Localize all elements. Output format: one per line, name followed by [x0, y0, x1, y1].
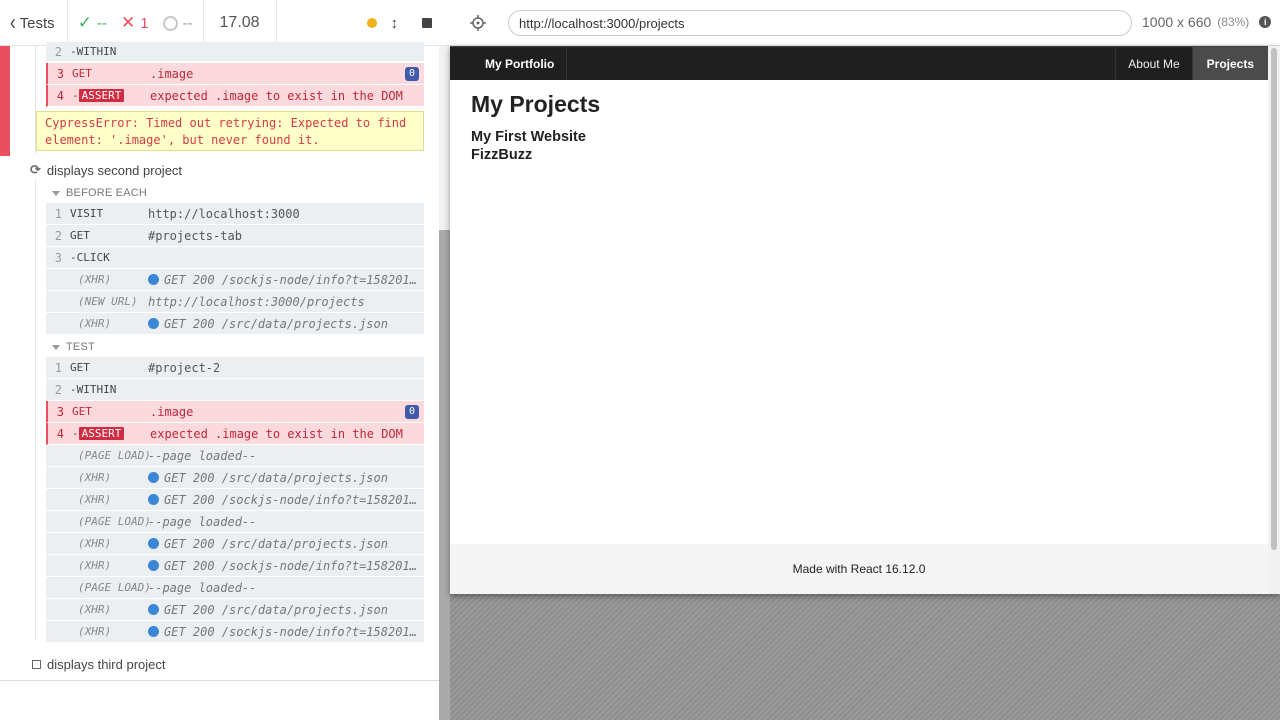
command-row[interactable]: (NEW URL) http://localhost:3000/projects [46, 291, 424, 313]
command-row[interactable]: (PAGE LOAD) --page loaded-- [46, 577, 424, 599]
failed-test-indicator [0, 46, 10, 156]
app-navbar: My Portfolio About Me Projects [450, 46, 1268, 80]
xhr-status-dot [148, 625, 159, 637]
nav-about-me[interactable]: About Me [1115, 47, 1191, 80]
nav-projects[interactable]: Projects [1191, 47, 1268, 80]
app-footer: Made with React 16.12.0 [450, 544, 1268, 594]
project-item[interactable]: My First Website [471, 129, 586, 145]
reporter-header: ‹ Tests ✓ -- ✕ 1 -- 17.08 ↕ [0, 0, 450, 46]
command-row[interactable]: (PAGE LOAD) --page loaded-- [46, 445, 424, 467]
x-icon: ✕ [120, 13, 136, 32]
pending-stat: -- [162, 14, 193, 32]
page-title: My Projects [471, 91, 601, 117]
command-row[interactable]: (XHR) GET 200 /sockjs-node/info?t=1582011… [46, 489, 424, 511]
aut-iframe[interactable]: My Portfolio About Me Projects My Projec… [450, 46, 1280, 594]
xhr-status-dot [148, 603, 159, 615]
running-status-dot [366, 18, 377, 28]
viewport-size: 1000 x 660 [1142, 14, 1212, 30]
chevron-left-icon: ‹ [10, 10, 16, 35]
stats-bar: ✓ -- ✕ 1 -- [68, 0, 204, 46]
back-to-tests-button[interactable]: ‹ Tests [0, 0, 68, 46]
reporter-scrollbar[interactable] [439, 46, 450, 720]
command-row[interactable]: (XHR) GET 200 /src/data/projects.json [46, 467, 424, 489]
pending-count: -- [182, 14, 193, 32]
hook-test[interactable]: TEST [52, 341, 95, 353]
error-message[interactable]: CypressError: Timed out retrying: Expect… [36, 111, 424, 151]
command-row[interactable]: (PAGE LOAD) --page loaded-- [46, 511, 424, 533]
info-icon[interactable]: i [1259, 16, 1272, 28]
assert-badge: ASSERT [78, 89, 125, 102]
checkbox-icon [32, 660, 41, 669]
hook-before-each[interactable]: BEFORE EACH [52, 187, 147, 199]
viewport-info: 1000 x 660 (83%) i [1142, 14, 1272, 30]
passed-count: -- [96, 14, 107, 32]
command-row[interactable]: 1 VISIT http://localhost:3000 [46, 203, 424, 225]
command-row-failed[interactable]: 3 GET .image 0 [46, 401, 424, 423]
failed-stat: ✕ 1 [121, 13, 149, 33]
element-count-badge: 0 [404, 405, 419, 419]
check-icon: ✓ [77, 13, 92, 32]
viewport-scale: (83%) [1217, 15, 1250, 29]
command-row[interactable]: 2 GET #projects-tab [46, 225, 424, 247]
xhr-status-dot [148, 317, 159, 329]
assert-badge: ASSERT [78, 427, 125, 440]
running-refresh-icon: ⟳ [30, 162, 41, 177]
brand-link[interactable]: My Portfolio [450, 47, 568, 80]
aut-scrollbar[interactable] [1268, 46, 1280, 594]
auto-scroll-toggle-icon[interactable]: ↕ [391, 15, 399, 32]
command-row-failed[interactable]: 4 - ASSERT expected .image to exist in th… [46, 85, 424, 107]
command-row-failed[interactable]: 3 GET .image 0 [46, 63, 424, 85]
command-row[interactable]: (XHR) GET 200 /sockjs-node/info?t=1582011… [46, 555, 424, 577]
divider [0, 680, 440, 681]
selector-playground-icon[interactable] [470, 14, 486, 31]
command-row[interactable]: (XHR) GET 200 /sockjs-node/info?t=1582011… [46, 621, 424, 643]
command-row[interactable]: 2 -WITHIN [46, 42, 424, 62]
xhr-status-dot [148, 559, 159, 571]
command-row[interactable]: (XHR) GET 200 /sockjs-node/info?t=1582011… [46, 269, 424, 291]
pending-circle-icon [162, 15, 178, 31]
command-row[interactable]: 1 GET #project-2 [46, 357, 424, 379]
run-controls: ↕ [277, 0, 450, 46]
xhr-status-dot [148, 273, 159, 285]
project-item[interactable]: FizzBuzz [471, 147, 532, 163]
failed-count: 1 [140, 14, 149, 32]
command-row[interactable]: 3 -CLICK [46, 247, 424, 269]
run-duration: 17.08 [204, 0, 277, 46]
stop-button[interactable] [422, 18, 432, 28]
xhr-status-dot [148, 537, 159, 549]
aut-header: http://localhost:3000/projects 1000 x 66… [450, 0, 1280, 46]
passed-stat: ✓ -- [78, 13, 107, 33]
caret-down-icon [52, 344, 60, 350]
command-row[interactable]: (XHR) GET 200 /src/data/projects.json [46, 599, 424, 621]
command-row[interactable]: 2 -WITHIN [46, 379, 424, 401]
command-row[interactable]: (XHR) GET 200 /src/data/projects.json [46, 533, 424, 555]
scrollbar-thumb[interactable] [439, 230, 450, 720]
test-title-second[interactable]: ⟳ displays second project [30, 162, 182, 178]
reporter-panel: ‹ Tests ✓ -- ✕ 1 -- 17.08 ↕ 2 -WITHIN 3 … [0, 0, 450, 720]
command-row-failed[interactable]: 4- ASSERT expected .image to exist in the … [46, 423, 424, 445]
scrollbar-thumb[interactable] [1271, 48, 1277, 550]
command-row[interactable]: (XHR) GET 200 /src/data/projects.json [46, 313, 424, 335]
xhr-status-dot [148, 493, 159, 505]
tests-label: Tests [19, 14, 55, 32]
caret-down-icon [52, 190, 60, 196]
xhr-status-dot [148, 471, 159, 483]
url-bar[interactable]: http://localhost:3000/projects [508, 10, 1132, 36]
test-title-third[interactable]: displays third project [32, 657, 166, 672]
element-count-badge: 0 [404, 67, 419, 81]
runnable-guide [35, 180, 36, 640]
